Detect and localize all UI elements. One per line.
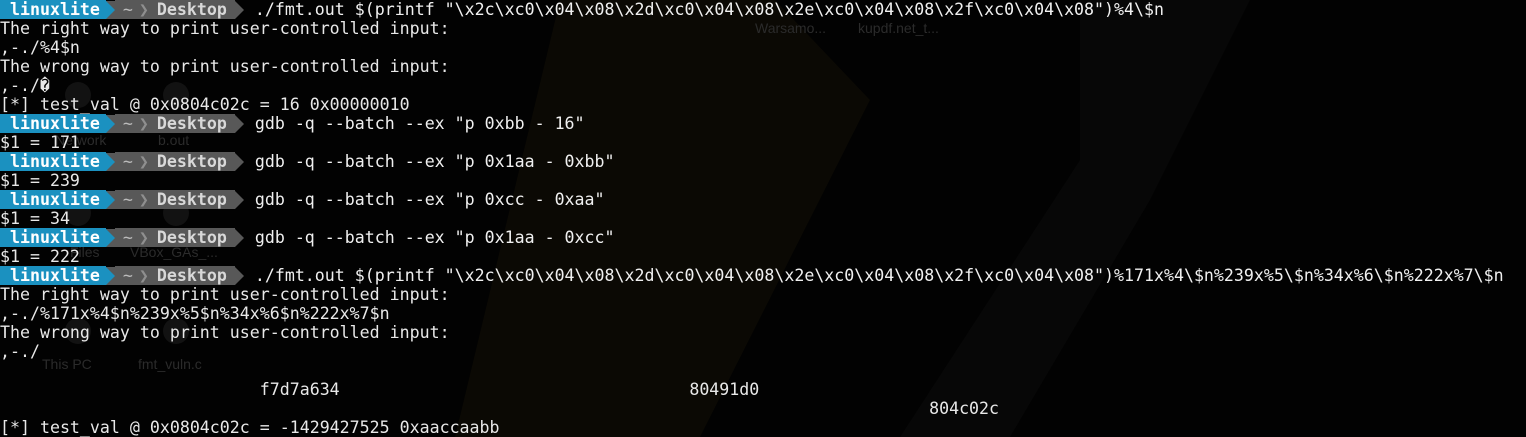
powerline-separator — [105, 190, 115, 209]
output-line: f7d7a634 80491d0 — [0, 380, 760, 399]
prompt-home: ~ — [114, 190, 139, 209]
output-line: The wrong way to print user-controlled i… — [0, 323, 450, 342]
prompt-home: ~ — [114, 266, 139, 285]
powerline-separator — [105, 114, 115, 133]
output-line: ,-./%171x%4$n%239x%5$n%34x%6$n%222x%7$n — [0, 304, 390, 323]
prompt-line: linuxlite ~ ❯ Desktop ./fmt.out $(printf… — [0, 266, 1526, 285]
prompt-user: linuxlite — [0, 190, 106, 209]
prompt-user: linuxlite — [0, 0, 106, 19]
chevron-right-icon: ❯ — [138, 228, 155, 247]
chevron-right-icon: ❯ — [138, 190, 155, 209]
output-line: [*] test_val @ 0x0804c02c = 16 0x0000001… — [0, 95, 410, 114]
powerline-separator — [234, 114, 244, 133]
output-line: [*] test_val @ 0x0804c02c = -1429427525 … — [0, 418, 500, 437]
prompt-home: ~ — [114, 114, 139, 133]
command-text: gdb -q --batch --ex "p 0x1aa - 0xcc" — [254, 228, 615, 247]
output-line: $1 = 171 — [0, 133, 80, 152]
powerline-separator — [234, 228, 244, 247]
prompt-line: linuxlite ~ ❯ Desktop gdb -q --batch --e… — [0, 190, 1526, 209]
powerline-separator — [234, 152, 244, 171]
powerline-separator — [234, 0, 244, 19]
powerline-separator — [105, 152, 115, 171]
prompt-user: linuxlite — [0, 266, 106, 285]
output-line: ,-./� — [0, 76, 50, 95]
prompt-home: ~ — [114, 152, 139, 171]
command-text: ./fmt.out $(printf "\x2c\xc0\x04\x08\x2d… — [254, 0, 1164, 19]
output-line: $1 = 34 — [0, 209, 70, 228]
chevron-right-icon: ❯ — [138, 152, 155, 171]
prompt-user: linuxlite — [0, 114, 106, 133]
powerline-separator — [234, 266, 244, 285]
powerline-separator — [105, 228, 115, 247]
output-line: The wrong way to print user-controlled i… — [0, 57, 450, 76]
powerline-separator — [234, 190, 244, 209]
command-text: ./fmt.out $(printf "\x2c\xc0\x04\x08\x2d… — [254, 266, 1504, 285]
output-line: The right way to print user-controlled i… — [0, 285, 450, 304]
prompt-home: ~ — [114, 0, 139, 19]
powerline-separator — [105, 0, 115, 19]
prompt-directory: Desktop — [154, 0, 235, 19]
prompt-directory: Desktop — [154, 228, 235, 247]
prompt-line: linuxlite ~ ❯ Desktop gdb -q --batch --e… — [0, 152, 1526, 171]
prompt-user: linuxlite — [0, 228, 106, 247]
command-text: gdb -q --batch --ex "p 0x1aa - 0xbb" — [254, 152, 615, 171]
terminal-output[interactable]: linuxlite ~ ❯ Desktop ./fmt.out $(printf… — [0, 0, 1526, 437]
output-line: $1 = 222 — [0, 247, 80, 266]
prompt-directory: Desktop — [154, 114, 235, 133]
prompt-directory: Desktop — [154, 152, 235, 171]
chevron-right-icon: ❯ — [138, 266, 155, 285]
chevron-right-icon: ❯ — [138, 0, 155, 19]
prompt-line: linuxlite ~ ❯ Desktop gdb -q --batch --e… — [0, 114, 1526, 133]
powerline-separator — [105, 266, 115, 285]
output-line: $1 = 239 — [0, 171, 80, 190]
output-line: 804c02c — [0, 399, 1000, 418]
command-text: gdb -q --batch --ex "p 0xcc - 0xaa" — [254, 190, 605, 209]
command-text: gdb -q --batch --ex "p 0xbb - 16" — [254, 114, 585, 133]
prompt-line: linuxlite ~ ❯ Desktop gdb -q --batch --e… — [0, 228, 1526, 247]
chevron-right-icon: ❯ — [138, 114, 155, 133]
prompt-directory: Desktop — [154, 266, 235, 285]
output-line: The right way to print user-controlled i… — [0, 19, 450, 38]
prompt-line: linuxlite ~ ❯ Desktop ./fmt.out $(printf… — [0, 0, 1526, 19]
terminal-window[interactable]: Network b.out Files VBox_GAs_... This PC… — [0, 0, 1526, 437]
prompt-user: linuxlite — [0, 152, 106, 171]
prompt-directory: Desktop — [154, 190, 235, 209]
output-line: ,-./%4$n — [0, 38, 80, 57]
prompt-home: ~ — [114, 228, 139, 247]
output-line: ,-./ — [0, 342, 40, 361]
